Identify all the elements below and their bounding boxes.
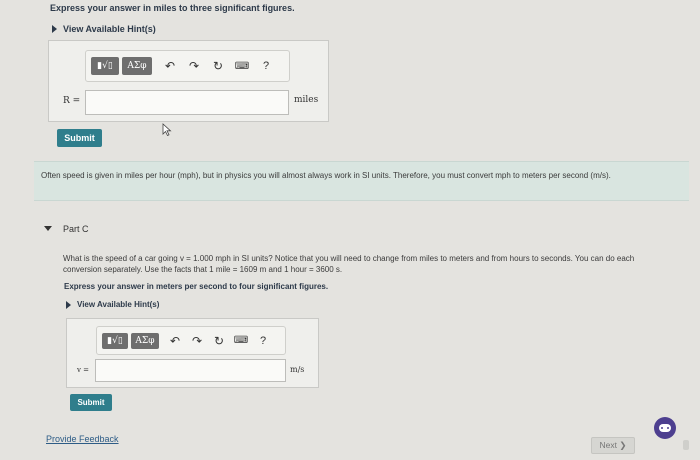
math-toolbar: ▮√▯ ΑΣφ ↶ ↷ ↻ ⌨ ? <box>85 50 290 82</box>
v-answer-input[interactable] <box>95 359 286 382</box>
variable-label-v: v = <box>77 366 90 374</box>
redo-icon[interactable]: ↷ <box>186 334 208 348</box>
part-b-instruction: Express your answer in miles to three si… <box>50 3 295 13</box>
hints-label: View Available Hint(s) <box>63 24 156 34</box>
part-b-answer-box: ▮√▯ ΑΣφ ↶ ↷ ↻ ⌨ ? R = miles <box>48 40 329 122</box>
caret-right-icon <box>52 25 57 33</box>
undo-icon[interactable]: ↶ <box>164 334 186 348</box>
keyboard-icon[interactable]: ⌨ <box>230 61 254 72</box>
reset-icon[interactable]: ↻ <box>208 334 230 348</box>
part-c-submit-button[interactable]: Submit <box>70 394 112 411</box>
part-c-collapse-toggle[interactable] <box>44 226 52 231</box>
template-button[interactable]: ▮√▯ <box>91 57 119 75</box>
part-b-hints-toggle[interactable]: View Available Hint(s) <box>52 24 156 34</box>
part-c-instruction: Express your answer in meters per second… <box>64 282 329 291</box>
part-c-answer-box: ▮√▯ ΑΣφ ↶ ↷ ↻ ⌨ ? v = m/s <box>66 318 319 388</box>
help-button[interactable]: ? <box>254 60 278 72</box>
caret-down-icon <box>44 226 52 231</box>
unit-miles: miles <box>294 95 319 105</box>
provide-feedback-link[interactable]: Provide Feedback <box>46 434 119 444</box>
part-c-question: What is the speed of a car going v = 1.0… <box>63 254 635 274</box>
part-c-title: Part C <box>63 224 89 234</box>
template-button[interactable]: ▮√▯ <box>102 332 128 349</box>
greek-symbols-button[interactable]: ΑΣφ <box>122 57 152 75</box>
next-button[interactable]: Next ❯ <box>591 437 635 454</box>
hints-label: View Available Hint(s) <box>77 300 160 309</box>
unit-m-per-s: m/s <box>290 365 305 374</box>
reset-icon[interactable]: ↻ <box>206 59 230 73</box>
help-button[interactable]: ? <box>252 335 274 347</box>
variable-label-r: R = <box>63 96 81 106</box>
r-answer-input[interactable] <box>85 90 289 115</box>
redo-icon[interactable]: ↷ <box>182 59 206 73</box>
part-b-submit-button[interactable]: Submit <box>57 129 102 147</box>
info-text: Often speed is given in miles per hour (… <box>41 171 611 180</box>
chat-assistant-icon[interactable] <box>654 417 676 439</box>
keyboard-icon[interactable]: ⌨ <box>230 335 252 346</box>
part-c-hints-toggle[interactable]: View Available Hint(s) <box>66 300 159 309</box>
math-toolbar: ▮√▯ ΑΣφ ↶ ↷ ↻ ⌨ ? <box>96 326 286 355</box>
undo-icon[interactable]: ↶ <box>158 59 182 73</box>
scrollbar-thumb[interactable] <box>683 440 689 450</box>
info-panel: Often speed is given in miles per hour (… <box>34 161 689 201</box>
mouse-cursor-icon <box>162 123 172 136</box>
caret-right-icon <box>66 300 71 309</box>
greek-symbols-button[interactable]: ΑΣφ <box>131 332 159 349</box>
